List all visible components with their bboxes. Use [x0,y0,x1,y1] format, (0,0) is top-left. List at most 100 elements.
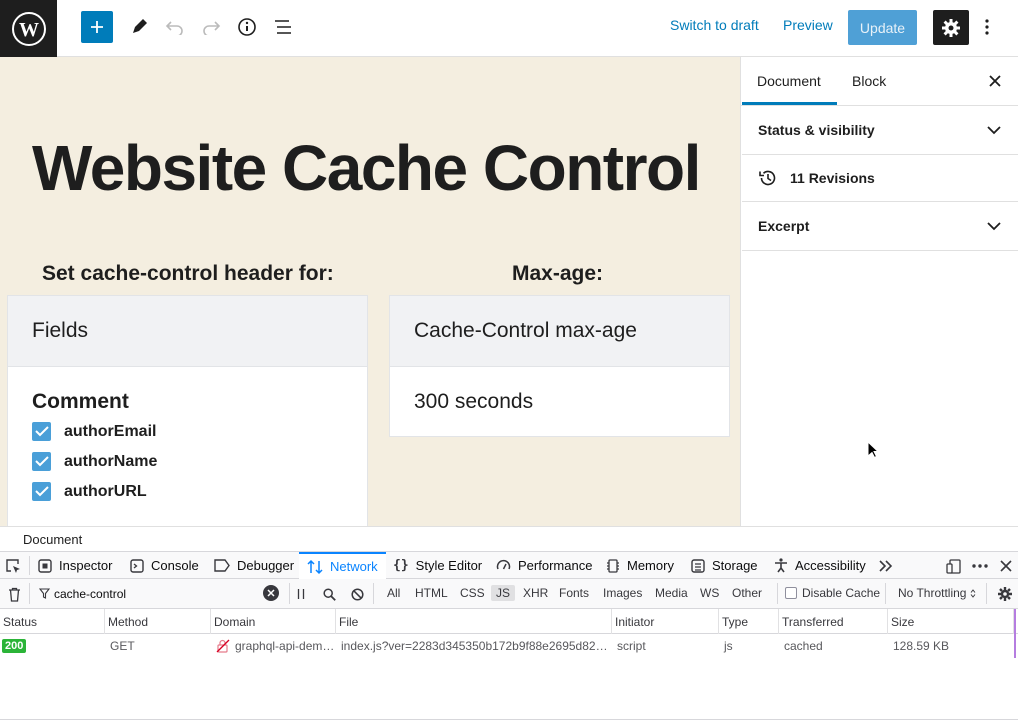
filter-type-other[interactable]: Other [732,586,762,600]
block-requests-button[interactable] [348,585,366,603]
disable-cache-toggle[interactable]: Disable Cache [785,586,880,600]
list-view-button[interactable] [271,14,295,40]
left-column-heading[interactable]: Set cache-control header for: [42,262,334,286]
element-picker-icon [6,559,20,573]
cell-initiator[interactable]: script [612,634,719,658]
tab-storage[interactable]: Storage [691,552,758,579]
responsive-design-button[interactable] [943,557,963,575]
storage-icon [691,558,705,573]
close-sidebar-button[interactable] [985,71,1005,91]
chevrons-right-icon [879,560,893,572]
redo-button[interactable] [199,14,223,40]
update-button[interactable]: Update [848,10,917,45]
console-icon [130,558,144,573]
column-header-status[interactable]: Status [0,609,105,634]
cell-file: index.js?ver=2283d345350b172b9f88e2695d8… [341,639,608,653]
search-button[interactable] [320,585,338,603]
search-icon [322,587,336,601]
panel-status-visibility[interactable]: Status & visibility [742,106,1018,155]
filter-type-css[interactable]: CSS [460,586,485,600]
filter-type-images[interactable]: Images [603,586,642,600]
status-bar-divider [0,719,1018,720]
tab-accessibility[interactable]: Accessibility [774,552,866,579]
tab-block[interactable]: Block [852,57,886,105]
editor-toolbar: W Switch to draft Preview Update [0,0,1018,57]
cell-type: js [724,639,733,653]
column-header-method[interactable]: Method [105,609,211,634]
close-devtools-button[interactable] [996,557,1016,575]
details-button[interactable] [235,14,259,40]
waterfall-marker [1014,609,1016,634]
panel-title: Status & visibility [758,122,875,138]
clear-filter-button[interactable] [263,585,279,601]
clear-requests-button[interactable] [5,585,23,603]
checkbox[interactable] [32,452,51,471]
filter-type-js[interactable]: JS [491,585,516,601]
toolbar-divider [289,583,290,604]
field-checkbox-row[interactable]: authorEmail [32,422,156,441]
tab-performance[interactable]: Performance [496,552,592,579]
settings-button[interactable] [933,10,969,45]
column-header-initiator[interactable]: Initiator [612,609,719,634]
field-label: authorURL [64,482,147,500]
tab-memory[interactable]: Memory [606,552,674,579]
preview-button[interactable]: Preview [783,17,833,33]
responsive-icon [945,558,961,574]
column-header-domain[interactable]: Domain [211,609,336,634]
tab-debugger[interactable]: Debugger [214,552,294,579]
tab-console[interactable]: Console [130,552,199,579]
devtools-toolbar: Inspector Console Debugger Network {} St… [0,551,1018,579]
tools-pencil-button[interactable] [127,14,151,40]
panel-revisions[interactable]: 11 Revisions [742,155,1018,202]
panel-excerpt[interactable]: Excerpt [742,202,1018,251]
max-age-value[interactable]: 300 seconds [390,367,729,437]
disable-cache-checkbox[interactable] [785,587,797,599]
more-tabs-button[interactable] [876,557,896,575]
devtools-menu-button[interactable] [970,557,990,575]
right-column-heading[interactable]: Max-age: [512,262,603,286]
fields-card-header: Fields [8,296,367,367]
tab-document[interactable]: Document [757,57,821,105]
column-header-file[interactable]: File [336,609,612,634]
add-block-button[interactable] [81,11,113,43]
inspector-icon [38,558,52,573]
table-row[interactable]: 200 GET graphql-api-dem… index.js?ver=22… [0,634,1018,658]
throttling-select[interactable]: No Throttling [898,586,976,600]
pause-button[interactable] [294,585,308,603]
wordpress-logo-icon[interactable]: W [0,0,57,57]
breadcrumb-document[interactable]: Document [23,532,82,547]
post-title[interactable]: Website Cache Control [32,131,701,205]
fields-card[interactable]: Fields Comment authorEmail authorName au… [7,295,368,526]
filter-type-media[interactable]: Media [655,586,688,600]
more-options-button[interactable] [977,14,997,40]
filter-type-fonts[interactable]: Fonts [559,586,589,600]
trash-icon [8,587,20,602]
checkbox[interactable] [32,422,51,441]
column-header-transferred[interactable]: Transferred [779,609,888,634]
filter-type-xhr[interactable]: XHR [523,586,548,600]
gear-icon [997,586,1012,601]
max-age-card[interactable]: Cache-Control max-age 300 seconds [389,295,730,437]
tab-label: Style Editor [415,558,483,573]
max-age-card-header: Cache-Control max-age [390,296,729,367]
filter-type-html[interactable]: HTML [415,586,448,600]
field-checkbox-row[interactable]: authorName [32,452,157,471]
switch-to-draft-button[interactable]: Switch to draft [670,17,759,33]
checkbox[interactable] [32,482,51,501]
tab-network[interactable]: Network [299,552,386,579]
accessibility-icon [774,558,788,573]
filter-type-ws[interactable]: WS [700,586,719,600]
field-checkbox-row[interactable]: authorURL [32,482,147,501]
tab-inspector[interactable]: Inspector [38,552,112,579]
filter-type-all[interactable]: All [387,586,400,600]
column-header-type[interactable]: Type [719,609,779,634]
waterfall-marker [1014,634,1016,658]
column-header-size[interactable]: Size [888,609,1014,634]
network-settings-button[interactable] [995,584,1014,603]
toolbar-divider [29,556,30,575]
tab-style-editor[interactable]: {} Style Editor [393,552,482,579]
filter-url-input[interactable]: cache-control [31,582,283,605]
undo-button[interactable] [163,14,187,40]
pencil-icon [133,19,147,33]
element-picker-button[interactable] [4,557,22,575]
